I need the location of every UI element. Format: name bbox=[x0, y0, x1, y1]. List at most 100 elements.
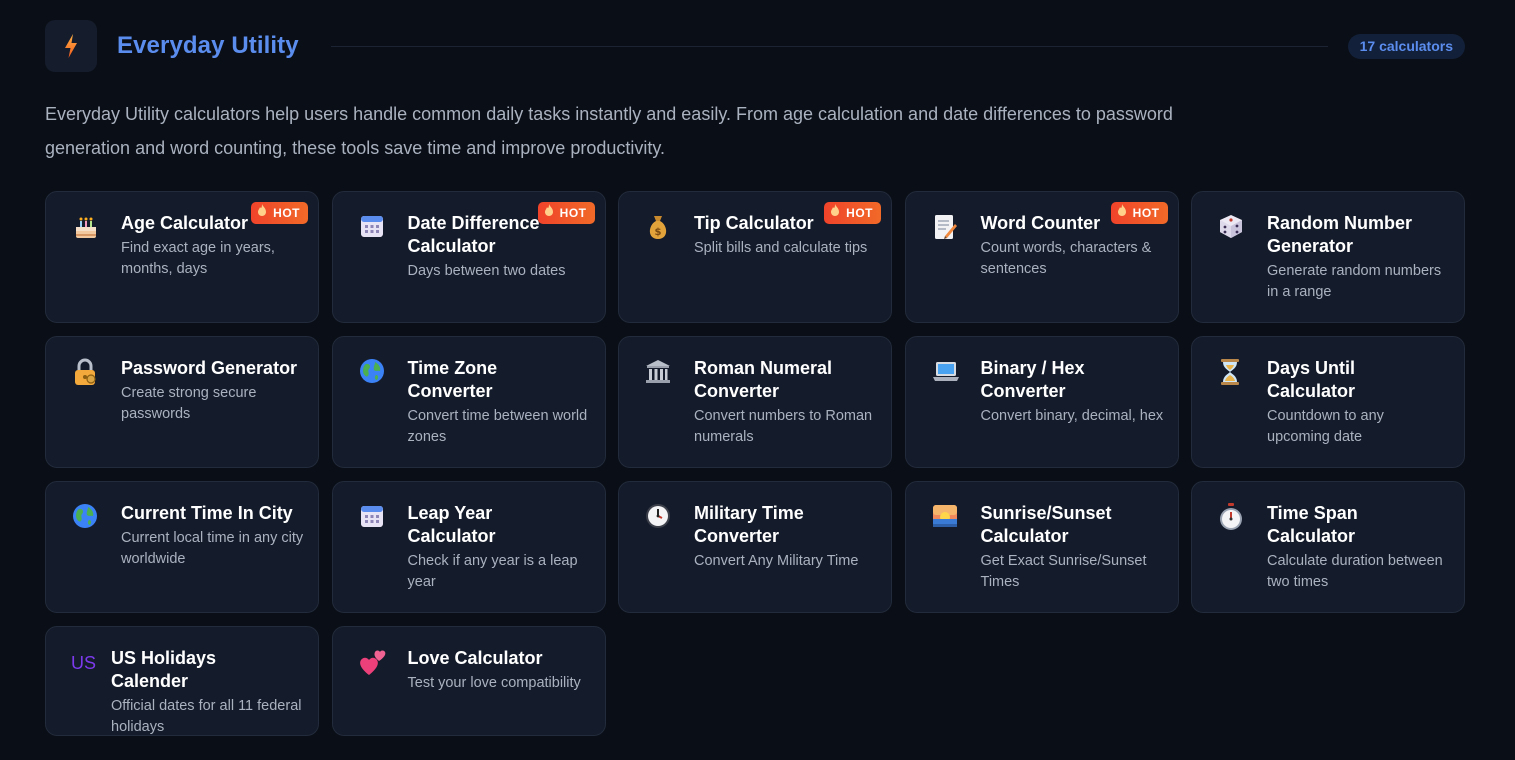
section-description: Everyday Utility calculators help users … bbox=[45, 104, 1173, 158]
calculator-card[interactable]: Password Generator Create strong secure p… bbox=[45, 336, 319, 468]
fire-icon bbox=[830, 202, 840, 224]
calculator-card[interactable]: Binary / Hex Converter Convert binary, de… bbox=[904, 336, 1179, 468]
calculator-card-body: Age Calculator Find exact age in years, m… bbox=[121, 212, 304, 322]
clock-icon bbox=[644, 502, 676, 534]
calculator-description: Current local time in any city worldwide bbox=[121, 530, 304, 567]
calculator-name: Days Until Calculator bbox=[1267, 358, 1356, 401]
calendar-icon bbox=[358, 502, 390, 534]
calculator-name: Password Generator bbox=[121, 358, 298, 378]
hot-label: HOT bbox=[846, 206, 873, 220]
hot-label: HOT bbox=[1132, 206, 1160, 220]
calculator-card-body: Roman Numeral Converter Convert numbers t… bbox=[694, 357, 877, 467]
calculator-description: Split bills and calculate tips bbox=[694, 240, 868, 256]
calculator-name: Current Time In City bbox=[121, 503, 293, 523]
calculator-card[interactable]: Time Zone Converter Convert time between … bbox=[331, 336, 606, 468]
calculator-description: Official dates for all 11 federal holida… bbox=[111, 698, 302, 735]
calculator-card-body: Word Counter Count words, characters & se… bbox=[981, 212, 1164, 322]
calculator-card-body: Sunrise/Sunset Calculator Get Exact Sunri… bbox=[981, 502, 1164, 612]
calculator-card-body: Tip Calculator Split bills and calculate … bbox=[694, 212, 877, 322]
calculator-description: Calculate duration between two times bbox=[1267, 553, 1443, 590]
calculator-name: Random Number Generator bbox=[1267, 213, 1413, 256]
calculator-card[interactable]: Word Counter Count words, characters & se… bbox=[904, 191, 1179, 323]
laptop-icon bbox=[931, 357, 963, 389]
fire-icon bbox=[1117, 202, 1127, 224]
stopwatch-icon bbox=[1217, 502, 1249, 534]
calculator-card-body: Current Time In City Current local time i… bbox=[121, 502, 304, 612]
calculator-card[interactable]: $ Tip Calculator Split bills and calculate… bbox=[618, 191, 892, 323]
calculator-description: Countdown to any upcoming date bbox=[1267, 408, 1384, 445]
calculator-count-badge: 17 calculators bbox=[1347, 33, 1465, 59]
calculator-name: Leap Year Calculator bbox=[407, 503, 496, 546]
calculator-card[interactable]: Military Time Converter Convert Any Milit… bbox=[618, 481, 892, 613]
header-divider bbox=[330, 45, 1328, 47]
calculator-card[interactable]: Time Span Calculator Calculate duration b… bbox=[1191, 481, 1465, 613]
section-title: Everyday Utility bbox=[117, 32, 299, 59]
calculator-card[interactable]: Leap Year Calculator Check if any year is… bbox=[331, 481, 606, 613]
calculator-card-body: US Holidays Calender Official dates for a… bbox=[111, 647, 304, 735]
calculator-card-body: Time Zone Converter Convert time between … bbox=[408, 357, 591, 467]
calculator-card[interactable]: Date Difference Calculator Days between t… bbox=[331, 191, 606, 323]
calculator-card[interactable]: Love Calculator Test your love compatibil… bbox=[331, 626, 606, 736]
calculator-card[interactable]: Roman Numeral Converter Convert numbers t… bbox=[618, 336, 892, 468]
calculator-name: Binary / Hex Converter bbox=[980, 358, 1085, 401]
calculator-description: Convert numbers to Roman numerals bbox=[694, 408, 873, 445]
calculator-card[interactable]: Days Until Calculator Countdown to any up… bbox=[1191, 336, 1465, 468]
calculator-card[interactable]: Current Time In City Current local time i… bbox=[45, 481, 319, 613]
calendar-icon bbox=[358, 212, 390, 244]
cake-icon bbox=[71, 212, 103, 244]
classical-building-icon bbox=[644, 357, 676, 389]
sunrise-icon bbox=[931, 502, 963, 534]
calculator-name: Military Time Converter bbox=[694, 503, 804, 546]
calculator-card[interactable]: US US Holidays Calender Official dates for… bbox=[45, 626, 319, 736]
calculator-card[interactable]: Sunrise/Sunset Calculator Get Exact Sunri… bbox=[904, 481, 1179, 613]
two-hearts-icon bbox=[358, 647, 390, 679]
calculator-description: Create strong secure passwords bbox=[121, 385, 257, 422]
hot-label: HOT bbox=[273, 206, 300, 220]
hot-badge: HOT bbox=[824, 202, 881, 224]
calculator-card-body: Days Until Calculator Countdown to any up… bbox=[1267, 357, 1450, 467]
calculator-card-body: Military Time Converter Convert Any Milit… bbox=[694, 502, 877, 612]
calculator-name: Time Zone Converter bbox=[407, 358, 498, 401]
calculator-description: Convert Any Military Time bbox=[694, 553, 859, 569]
calculator-description: Test your love compatibility bbox=[407, 675, 581, 691]
calculator-card-body: Password Generator Create strong secure p… bbox=[121, 357, 304, 467]
calculator-card-body: Time Span Calculator Calculate duration b… bbox=[1267, 502, 1450, 612]
section-header: Everyday Utility 17 calculators bbox=[45, 20, 1465, 72]
calculator-description: Generate random numbers in a range bbox=[1267, 263, 1442, 300]
calculator-card[interactable]: Random Number Generator Generate random n… bbox=[1191, 191, 1465, 323]
fire-icon bbox=[257, 202, 267, 224]
hourglass-icon bbox=[1217, 357, 1249, 389]
money-bag-icon: $ bbox=[644, 212, 676, 244]
calculator-card-body: Date Difference Calculator Days between t… bbox=[408, 212, 591, 322]
hot-label: HOT bbox=[559, 206, 587, 220]
calculator-card-body: Binary / Hex Converter Convert binary, de… bbox=[981, 357, 1164, 467]
calculator-description: Get Exact Sunrise/Sunset Times bbox=[980, 553, 1147, 590]
calculator-description: Find exact age in years, months, days bbox=[121, 240, 275, 277]
hot-badge: HOT bbox=[1110, 202, 1168, 224]
calculator-description: Days between two dates bbox=[407, 263, 566, 279]
lightning-bolt-icon bbox=[45, 20, 97, 72]
lock-key-icon bbox=[71, 357, 103, 389]
calculator-description: Convert time between world zones bbox=[407, 408, 588, 445]
hot-badge: HOT bbox=[537, 202, 595, 224]
calculator-name: US Holidays Calender bbox=[111, 648, 217, 691]
calculator-name: Time Span Calculator bbox=[1267, 503, 1358, 546]
us-flag-icon: US bbox=[71, 647, 103, 679]
calculator-name: Love Calculator bbox=[407, 648, 543, 668]
calculator-card-body: Love Calculator Test your love compatibil… bbox=[408, 647, 591, 735]
memo-icon bbox=[931, 212, 963, 244]
calculator-card-body: Random Number Generator Generate random n… bbox=[1267, 212, 1450, 322]
everyday-utility-section: Everyday Utility 17 calculators Everyday… bbox=[45, 20, 1465, 736]
calculator-description: Check if any year is a leap year bbox=[407, 553, 578, 590]
hot-badge: HOT bbox=[251, 202, 308, 224]
globe-icon bbox=[358, 357, 390, 389]
calculator-description: Count words, characters & sentences bbox=[980, 240, 1152, 277]
calculator-name: Roman Numeral Converter bbox=[694, 358, 833, 401]
calculator-card[interactable]: Age Calculator Find exact age in years, m… bbox=[45, 191, 319, 323]
us-icon-text: US bbox=[71, 653, 97, 673]
calculator-name: Sunrise/Sunset Calculator bbox=[980, 503, 1112, 546]
globe-icon bbox=[71, 502, 103, 534]
calculator-grid: Age Calculator Find exact age in years, m… bbox=[45, 191, 1465, 749]
calculator-description: Convert binary, decimal, hex bbox=[980, 408, 1164, 424]
calculator-card-body: Leap Year Calculator Check if any year is… bbox=[408, 502, 591, 612]
